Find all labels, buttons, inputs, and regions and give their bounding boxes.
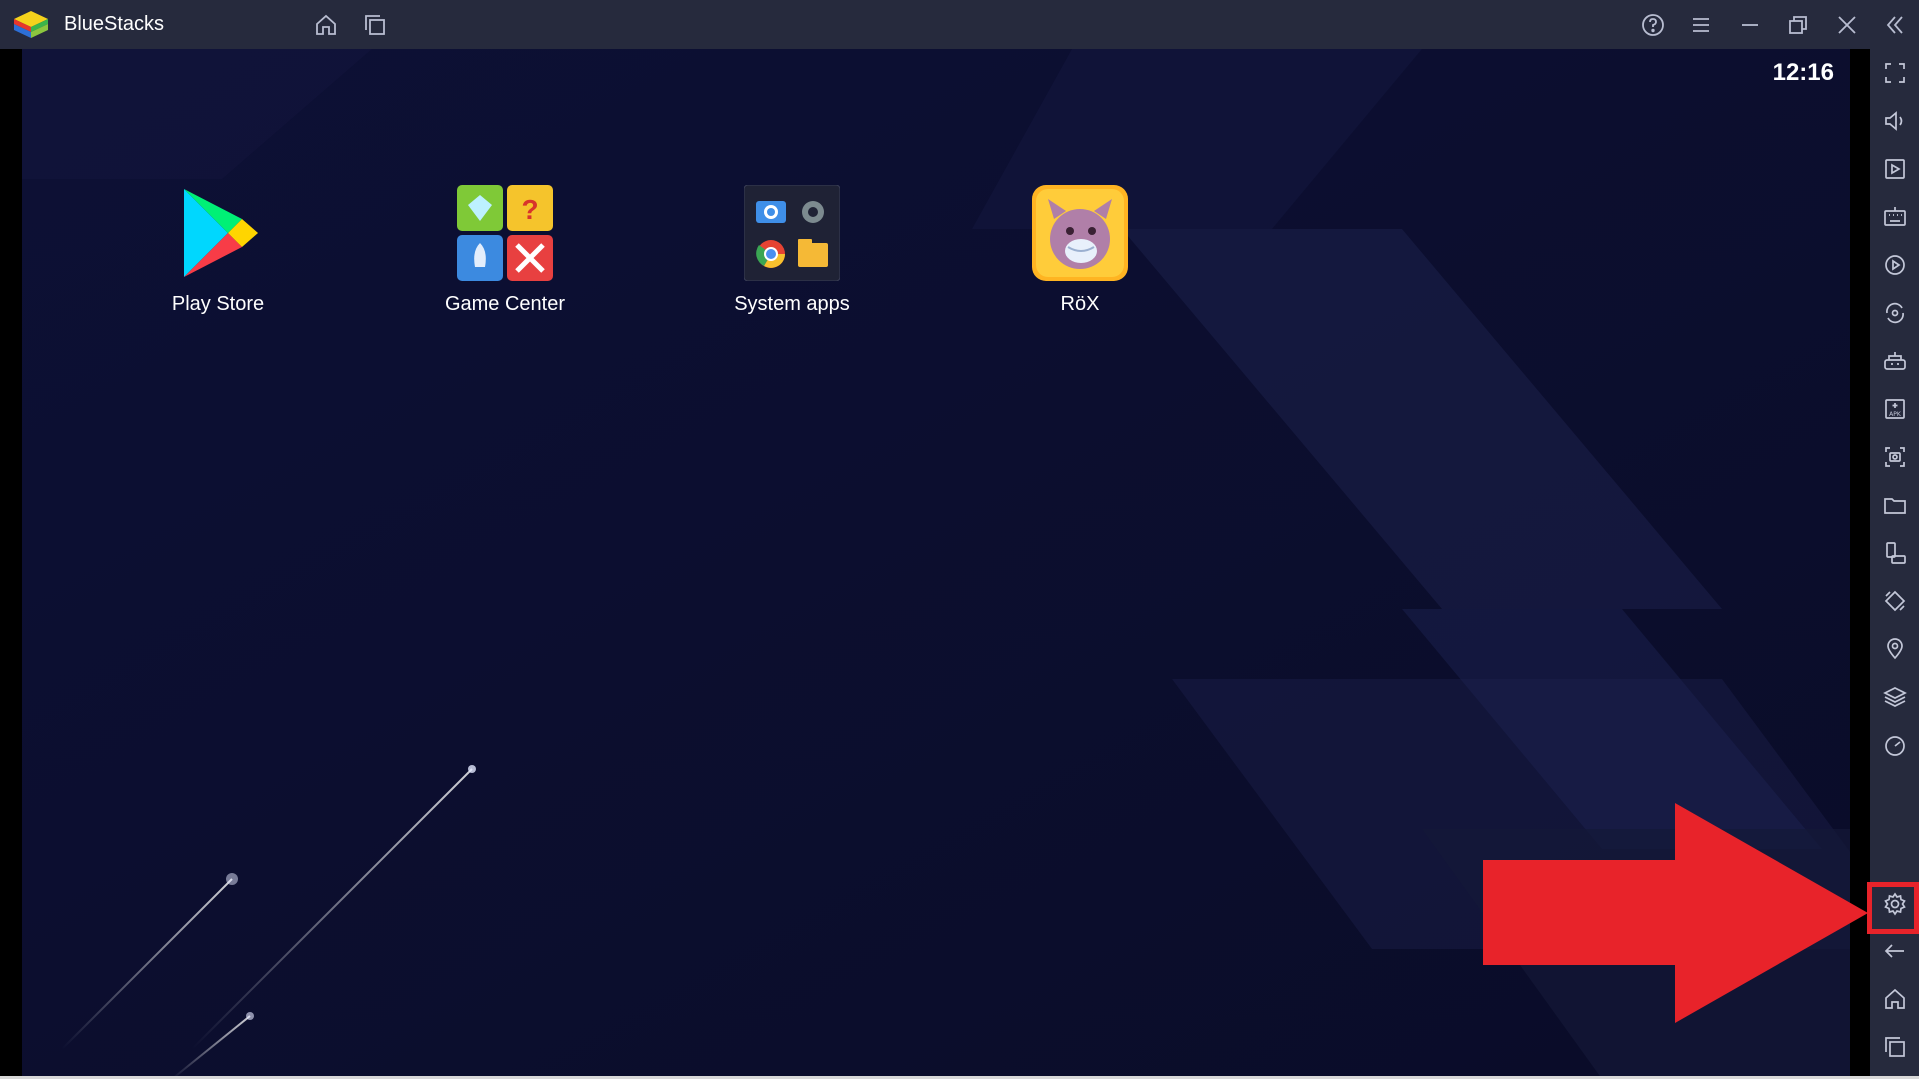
bluestacks-logo-icon xyxy=(14,11,48,38)
svg-text:?: ? xyxy=(521,194,538,225)
macro-recorder-icon xyxy=(1885,255,1905,275)
minimize-icon xyxy=(1742,24,1758,26)
app-play-store[interactable]: Play Store xyxy=(118,185,318,325)
layers-icon xyxy=(1883,687,1907,707)
app-label: Game Center xyxy=(444,293,566,315)
app-system-apps[interactable]: System apps xyxy=(692,185,892,325)
media-manager-button[interactable] xyxy=(1878,152,1912,186)
screenshot-icon xyxy=(1885,447,1905,467)
app-label: System apps xyxy=(734,293,850,315)
recent-apps-icon xyxy=(1885,1037,1905,1057)
folder-button[interactable] xyxy=(1878,488,1912,522)
settings-highlight-box xyxy=(1867,882,1919,934)
restore-icon xyxy=(1789,16,1807,34)
game-controls-button[interactable] xyxy=(1878,344,1912,378)
title-bar: BlueStacks xyxy=(0,0,1919,49)
help-button[interactable] xyxy=(1637,9,1669,41)
back-icon xyxy=(1884,944,1904,958)
rox-icon xyxy=(1032,185,1128,281)
location-icon xyxy=(1887,638,1903,660)
close-icon xyxy=(1838,16,1856,34)
performance-icon xyxy=(1885,736,1905,756)
help-icon xyxy=(1642,14,1664,36)
multi-instance-icon xyxy=(365,15,385,35)
fullscreen-button[interactable] xyxy=(1878,56,1912,90)
multi-instance-button[interactable] xyxy=(359,9,391,41)
game-controls-icon xyxy=(1884,352,1906,370)
close-button[interactable] xyxy=(1831,9,1863,41)
screenshot-button[interactable] xyxy=(1878,440,1912,474)
app-rox[interactable]: RöX xyxy=(980,185,1180,325)
home-icon xyxy=(316,14,336,35)
app-label: RöX xyxy=(1060,293,1100,315)
collapse-sidebar-icon xyxy=(1886,16,1903,34)
layers-button[interactable] xyxy=(1878,680,1912,714)
shake-button[interactable] xyxy=(1878,584,1912,618)
sync-button[interactable] xyxy=(1878,296,1912,330)
minimize-button[interactable] xyxy=(1734,9,1766,41)
home-button[interactable] xyxy=(310,9,342,41)
back-button[interactable] xyxy=(1878,934,1912,968)
android-home-button[interactable] xyxy=(1878,982,1912,1016)
install-apk-button[interactable]: APK xyxy=(1878,392,1912,426)
fullscreen-icon xyxy=(1885,63,1905,83)
app-title: BlueStacks xyxy=(64,13,165,35)
rotate-button[interactable] xyxy=(1878,536,1912,570)
folder-icon xyxy=(1884,498,1906,514)
volume-button[interactable] xyxy=(1878,104,1912,138)
play-store-icon xyxy=(184,189,258,277)
menu-icon xyxy=(1693,18,1709,32)
shake-icon xyxy=(1884,590,1906,612)
keyboard-controls-icon xyxy=(1884,207,1906,226)
recent-apps-button[interactable] xyxy=(1878,1030,1912,1064)
app-label: Play Store xyxy=(171,293,265,315)
red-arrow-annotation xyxy=(1483,803,1868,1023)
collapse-sidebar-button[interactable] xyxy=(1879,9,1911,41)
status-clock: 12:16 xyxy=(1772,59,1834,86)
svg-text:APK: APK xyxy=(1889,411,1902,418)
app-game-center[interactable]: ? Game Center xyxy=(405,185,605,325)
bluestacks-window: BlueStacks 12:16 Play Store ? Game Cente… xyxy=(0,0,1919,1079)
macro-recorder-button[interactable] xyxy=(1878,248,1912,282)
restore-button[interactable] xyxy=(1782,9,1814,41)
sync-icon xyxy=(1886,302,1904,324)
volume-icon xyxy=(1885,111,1903,131)
rotate-icon xyxy=(1886,542,1906,564)
home-icon xyxy=(1885,988,1905,1009)
media-manager-icon xyxy=(1885,159,1905,179)
game-center-icon: ? xyxy=(457,185,553,281)
performance-button[interactable] xyxy=(1878,728,1912,762)
system-apps-icon xyxy=(744,185,840,281)
keyboard-controls-button[interactable] xyxy=(1878,200,1912,234)
location-button[interactable] xyxy=(1878,632,1912,666)
install-apk-icon: APK xyxy=(1885,399,1905,419)
menu-button[interactable] xyxy=(1685,9,1717,41)
left-border xyxy=(0,49,22,1079)
